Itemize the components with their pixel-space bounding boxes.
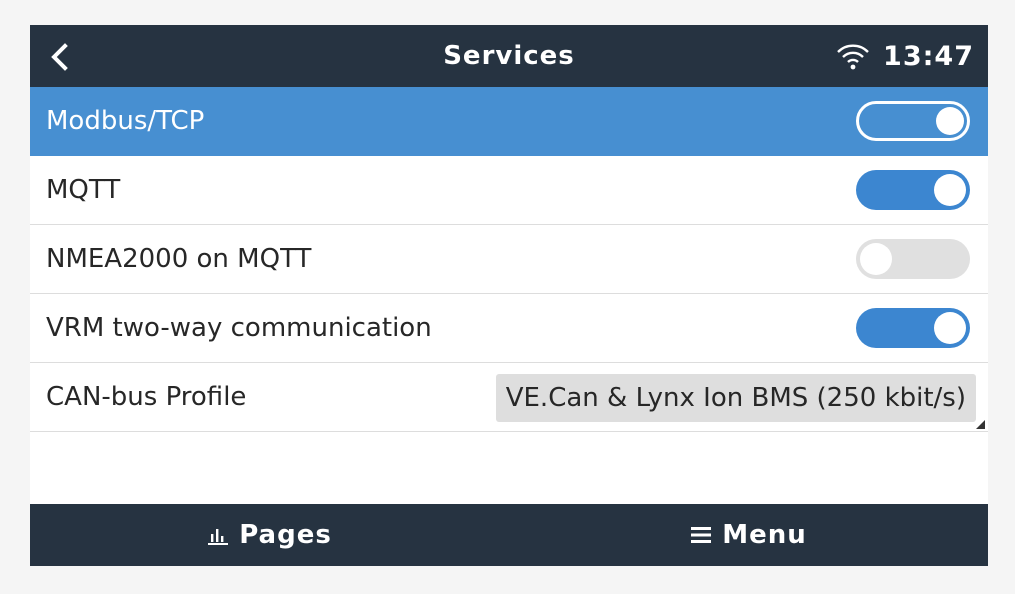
list-item-label: VRM two-way communication (46, 313, 432, 343)
bar-chart-icon (208, 529, 229, 545)
modbus-tcp-toggle[interactable] (856, 101, 970, 141)
nmea2000-on-mqtt-toggle[interactable] (856, 239, 970, 279)
list-item-vrm-two-way-communication[interactable]: VRM two-way communication (30, 294, 988, 363)
pages-button[interactable]: Pages (30, 504, 509, 566)
toggle-knob (936, 107, 964, 135)
list-item-label: Modbus/TCP (46, 106, 205, 136)
menu-label: Menu (722, 520, 807, 550)
hamburger-icon (691, 527, 712, 543)
menu-button[interactable]: Menu (509, 504, 988, 566)
toggle-knob (934, 174, 966, 206)
list-item-nmea2000-on-mqtt[interactable]: NMEA2000 on MQTT (30, 225, 988, 294)
toggle-knob (860, 243, 892, 275)
mqtt-toggle[interactable] (856, 170, 970, 210)
status-area: 13:47 (835, 25, 974, 87)
services-screen: Services 13:47 Modbus/TCP MQTT NMEA2000 … (30, 25, 988, 566)
list-item-label: CAN-bus Profile (46, 382, 247, 412)
pages-label: Pages (239, 520, 332, 550)
list-item-modbus-tcp[interactable]: Modbus/TCP (30, 87, 988, 156)
list-item-label: NMEA2000 on MQTT (46, 244, 312, 274)
list-item-label: MQTT (46, 175, 121, 205)
top-bar: Services 13:47 (30, 25, 988, 87)
clock: 13:47 (883, 40, 974, 72)
back-button[interactable] (44, 40, 80, 74)
chevron-left-icon (51, 43, 68, 71)
wifi-icon (837, 44, 869, 70)
list-item-can-bus-profile[interactable]: CAN-bus Profile VE.Can & Lynx Ion BMS (2… (30, 363, 988, 432)
can-bus-profile-select[interactable]: VE.Can & Lynx Ion BMS (250 kbit/s) (495, 374, 976, 422)
list-item-mqtt[interactable]: MQTT (30, 156, 988, 225)
vrm-two-way-toggle[interactable] (856, 308, 970, 348)
bottom-bar: Pages Menu (30, 504, 988, 566)
toggle-knob (934, 312, 966, 344)
dropdown-corner-indicator (976, 420, 985, 429)
services-list: Modbus/TCP MQTT NMEA2000 on MQTT VRM two… (30, 87, 988, 432)
